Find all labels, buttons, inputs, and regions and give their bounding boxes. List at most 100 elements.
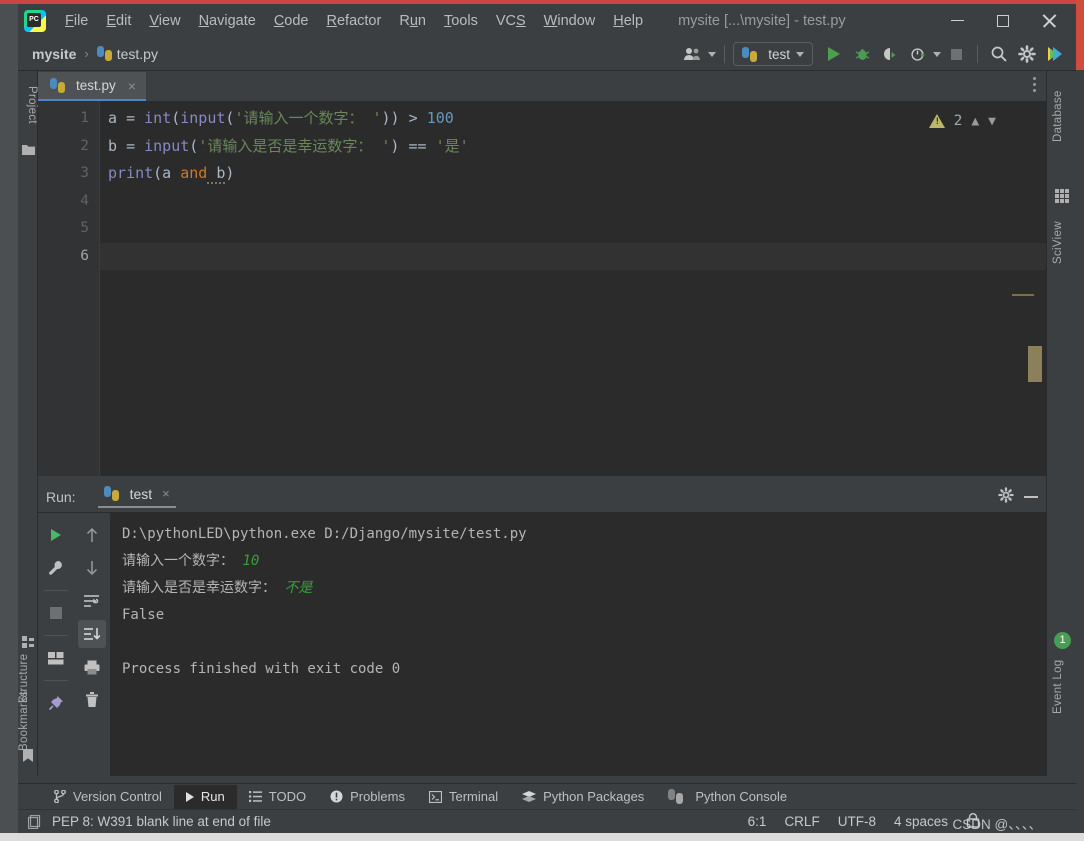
main-toolbar: test bbox=[680, 37, 1068, 71]
menu-item-navigate[interactable]: Navigate bbox=[190, 10, 265, 32]
bottom-tab-label: Python Console bbox=[695, 789, 788, 804]
editor-tab-close-icon[interactable]: × bbox=[128, 78, 136, 94]
stop-process-button[interactable] bbox=[42, 599, 70, 627]
bottom-tab-todo[interactable]: TODO bbox=[237, 785, 318, 809]
bottom-tab-run[interactable]: Run bbox=[173, 784, 237, 809]
menu-item-vcs[interactable]: VCS bbox=[487, 10, 535, 32]
sidebar-item-database[interactable]: Database bbox=[1052, 77, 1072, 155]
code-token: ( bbox=[189, 136, 199, 155]
code-text[interactable]: a = int(input('请输入一个数字： ')) > 100 b = in… bbox=[100, 101, 1046, 476]
menu-item-file[interactable]: File bbox=[56, 10, 97, 32]
profile-button[interactable] bbox=[905, 41, 931, 67]
menu-item-tools[interactable]: Tools bbox=[435, 10, 487, 32]
window-title: mysite [...\mysite] - test.py bbox=[678, 12, 846, 29]
console-output[interactable]: D:\pythonLED\python.exe D:/Django/mysite… bbox=[110, 513, 1046, 776]
prev-occurrence-button[interactable] bbox=[78, 521, 106, 549]
menu-item-code[interactable]: Code bbox=[265, 10, 318, 32]
menu-item-window[interactable]: Window bbox=[535, 10, 605, 32]
line-number-current: 6 bbox=[80, 247, 89, 264]
window-bottom-frame bbox=[0, 833, 1084, 841]
minimize-button[interactable] bbox=[934, 4, 980, 37]
bottom-tab-label: Problems bbox=[350, 789, 405, 804]
editor-tab-test-py[interactable]: test.py × bbox=[38, 72, 146, 101]
run-tab-close-icon[interactable]: × bbox=[162, 486, 170, 501]
status-bar: PEP 8: W391 blank line at end of file 6:… bbox=[18, 809, 1076, 833]
warning-icon bbox=[928, 114, 945, 128]
coverage-button[interactable] bbox=[877, 41, 903, 67]
breadcrumb-file[interactable]: test.py bbox=[117, 46, 158, 62]
maximize-button[interactable] bbox=[980, 4, 1026, 37]
breadcrumb-project[interactable]: mysite bbox=[32, 46, 76, 62]
pin-button[interactable] bbox=[42, 689, 70, 717]
structure-icon[interactable] bbox=[22, 636, 35, 649]
python-icon bbox=[50, 78, 65, 93]
user-group-chevron-down-icon[interactable] bbox=[708, 51, 717, 57]
right-tool-strip: Database SciView 1 Event Log bbox=[1046, 71, 1076, 776]
run-icon bbox=[185, 791, 194, 802]
bottom-tab-python-console[interactable]: Python Console bbox=[656, 785, 799, 809]
status-encoding[interactable]: UTF-8 bbox=[838, 814, 876, 829]
run-settings-button[interactable] bbox=[998, 486, 1014, 508]
status-indent[interactable]: 4 spaces bbox=[894, 814, 948, 829]
bottom-tab-version-control[interactable]: Version Control bbox=[42, 785, 174, 809]
debug-button[interactable] bbox=[849, 41, 875, 67]
bookmark-icon[interactable] bbox=[22, 749, 35, 762]
menu-item-help[interactable]: Help bbox=[604, 10, 652, 32]
menu-item-edit[interactable]: Edit bbox=[97, 10, 140, 32]
stop-icon bbox=[950, 48, 962, 60]
run-configuration-selector[interactable]: test bbox=[733, 42, 813, 66]
profile-chevron-down-icon[interactable] bbox=[933, 51, 941, 57]
run-button[interactable] bbox=[821, 41, 847, 67]
pycharm-logo-icon: PC bbox=[24, 9, 46, 32]
menu-item-view[interactable]: View bbox=[140, 10, 189, 32]
menu-item-run[interactable]: Run bbox=[390, 10, 435, 32]
console-toolbar-divider bbox=[44, 590, 68, 591]
toolbar-divider-2 bbox=[977, 45, 978, 63]
code-token: )) bbox=[381, 109, 409, 127]
layout-button[interactable] bbox=[42, 644, 70, 672]
search-everywhere-button[interactable] bbox=[986, 41, 1012, 67]
close-button[interactable] bbox=[1026, 4, 1072, 37]
next-occurrence-button[interactable] bbox=[78, 554, 106, 582]
chevron-down-icon[interactable]: ▼ bbox=[988, 114, 996, 129]
assistant-icon[interactable] bbox=[1042, 41, 1068, 67]
sidebar-item-project[interactable]: Project bbox=[18, 73, 38, 137]
clear-all-button[interactable] bbox=[78, 686, 106, 714]
settings-button[interactable] bbox=[1014, 41, 1040, 67]
editor-scrollbar-thumb[interactable] bbox=[1028, 346, 1042, 382]
bottom-tab-python-packages[interactable]: Python Packages bbox=[510, 785, 656, 809]
rerun-button[interactable] bbox=[42, 521, 70, 549]
code-editor[interactable]: 1 2 3 4 5 6 a = int(input('请输入一个数字： ')) … bbox=[38, 101, 1046, 476]
sidebar-item-event-log[interactable]: Event Log bbox=[1052, 654, 1072, 720]
status-inspection-icon[interactable] bbox=[28, 814, 42, 829]
run-tab-test[interactable]: test × bbox=[97, 486, 176, 508]
close-icon bbox=[1042, 14, 1056, 28]
event-log-group: 1 Event Log bbox=[1047, 632, 1077, 720]
print-button[interactable] bbox=[78, 653, 106, 681]
run-hide-button[interactable] bbox=[1024, 496, 1038, 498]
scroll-to-end-button[interactable] bbox=[78, 620, 106, 648]
sidebar-item-sciview[interactable]: SciView bbox=[1052, 209, 1072, 277]
settings-wrench-button[interactable] bbox=[42, 554, 70, 582]
menu-item-refactor[interactable]: Refactor bbox=[318, 10, 391, 32]
packages-icon bbox=[522, 790, 537, 802]
folder-icon[interactable] bbox=[22, 143, 35, 156]
status-caret-position[interactable]: 6:1 bbox=[748, 814, 767, 829]
soft-wrap-button[interactable] bbox=[78, 587, 106, 615]
editor-gutter[interactable]: 1 2 3 4 5 6 bbox=[38, 101, 100, 476]
status-line-separator[interactable]: CRLF bbox=[784, 814, 819, 829]
console-text: 请输入是否是幸运数字： bbox=[122, 580, 276, 596]
line-number: 5 bbox=[80, 220, 89, 236]
user-group-icon[interactable] bbox=[680, 41, 706, 67]
inspection-widget[interactable]: 2 ▲ ▼ bbox=[928, 113, 996, 129]
stop-button[interactable] bbox=[943, 41, 969, 67]
bottom-tab-terminal[interactable]: Terminal bbox=[417, 785, 510, 809]
bottom-tab-problems[interactable]: Problems bbox=[318, 785, 417, 809]
code-line-2: b = input('请输入是否是幸运数字： ') == '是' bbox=[100, 133, 1046, 161]
database-grid-icon[interactable] bbox=[1055, 189, 1069, 203]
window-left-frame bbox=[0, 0, 18, 841]
chevron-up-icon[interactable]: ▲ bbox=[971, 114, 979, 129]
console-text: 请输入一个数字： bbox=[122, 553, 234, 569]
editor-tab-options-button[interactable] bbox=[1033, 77, 1036, 92]
bottom-tool-tabs: Version Control Run TODO Problems Termin… bbox=[18, 783, 1076, 809]
